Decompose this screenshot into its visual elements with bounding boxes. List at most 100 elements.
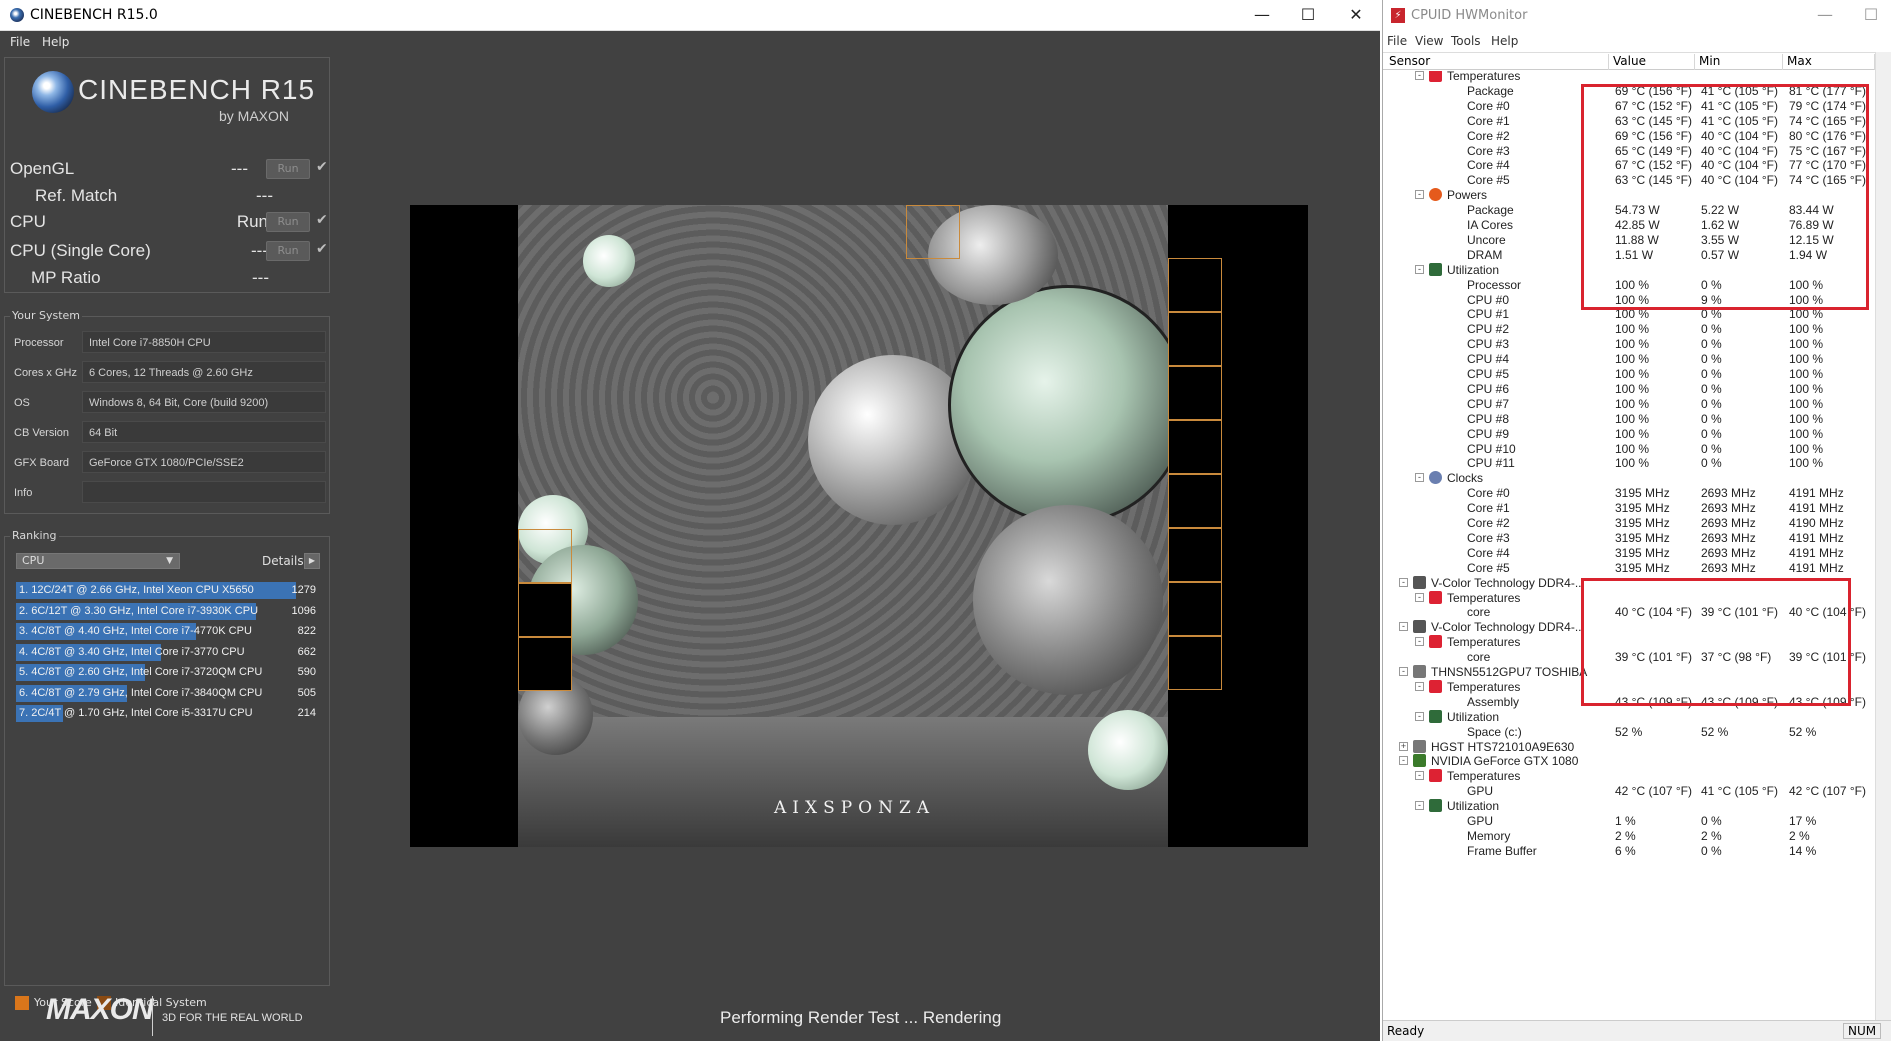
collapse-icon[interactable]: -	[1415, 771, 1424, 781]
sensor-value: 42 °C (107 °F)	[1615, 784, 1692, 799]
temp-icon	[1429, 635, 1442, 649]
sensor-min: 0 %	[1701, 381, 1722, 396]
sensor-min: 41 °C (105 °F)	[1701, 784, 1778, 799]
sensor-row[interactable]: Frame Buffer 6 % 0 % 14 %	[1383, 842, 1891, 860]
sensor-max: 4191 MHz	[1789, 486, 1844, 501]
sensor-name: Memory	[1467, 828, 1511, 843]
sensor-max: 4191 MHz	[1789, 501, 1844, 516]
cinebench-window: CINEBENCH R15.0 — ☐ ✕ File Help CINEBENC…	[0, 0, 1380, 1041]
sensor-max: 100 %	[1789, 337, 1824, 352]
run-opengl-button[interactable]: Run	[266, 159, 310, 179]
expand-icon[interactable]: +	[1399, 741, 1408, 751]
close-icon[interactable]: ✕	[1334, 2, 1378, 28]
sensor-max: 4191 MHz	[1789, 560, 1844, 575]
sensor-name: CPU #11	[1467, 456, 1515, 471]
sensor-max: 100 %	[1789, 381, 1824, 396]
column-max[interactable]: Max	[1783, 54, 1875, 70]
sensor-name: Core #0	[1467, 98, 1510, 113]
ranking-row[interactable]: 4. 4C/8T @ 3.40 GHz, Intel Core i7-3770 …	[16, 643, 320, 661]
collapse-icon[interactable]: -	[1415, 264, 1424, 274]
sensor-min: 2693 MHz	[1701, 516, 1756, 530]
sensor-min: 0 %	[1701, 337, 1722, 352]
sensor-value: 52 %	[1615, 724, 1643, 739]
scrollbar[interactable]	[1875, 52, 1891, 1020]
menu-tools[interactable]: Tools	[1451, 34, 1481, 48]
window-title: CINEBENCH R15.0	[30, 7, 158, 23]
collapse-icon[interactable]: -	[1415, 71, 1424, 80]
collapse-icon[interactable]: -	[1399, 756, 1408, 766]
status-bar: Ready NUM	[1383, 1020, 1891, 1041]
sensor-name: Core #5	[1467, 173, 1510, 188]
check-icon[interactable]: ✔	[316, 212, 328, 228]
sensor-min: 0 %	[1701, 367, 1722, 381]
run-cpu-single-button[interactable]: Run	[266, 241, 310, 261]
ranking-select[interactable]: CPU ▼	[16, 553, 180, 569]
ranking-score: 822	[297, 625, 316, 637]
collapse-icon[interactable]: -	[1415, 637, 1424, 647]
sensor-name: GPU	[1467, 784, 1494, 799]
sensor-name: Uncore	[1467, 232, 1506, 247]
render-sphere	[948, 285, 1188, 525]
system-value: 6 Cores, 12 Threads @ 2.60 GHz	[82, 361, 326, 383]
sensor-value: 100 %	[1615, 456, 1650, 471]
check-icon[interactable]: ✔	[316, 241, 328, 257]
ranking-row[interactable]: 3. 4C/8T @ 4.40 GHz, Intel Core i7-4770K…	[16, 623, 320, 640]
menu-view[interactable]: View	[1415, 34, 1443, 48]
ranking-score: 1279	[291, 584, 316, 596]
collapse-icon[interactable]: -	[1399, 622, 1408, 632]
ranking-row[interactable]: 7. 2C/4T @ 1.70 GHz, Intel Core i5-3317U…	[16, 705, 320, 722]
minimize-icon[interactable]: —	[1803, 2, 1847, 28]
status-ready: Ready	[1387, 1024, 1425, 1038]
sensor-max: 52 %	[1789, 724, 1817, 739]
menu-help[interactable]: Help	[1491, 34, 1518, 48]
ranking-label: 4. 4C/8T @ 3.40 GHz, Intel Core i7-3770 …	[19, 645, 245, 658]
ranking-row[interactable]: 6. 4C/8T @ 2.79 GHz, Intel Core i7-3840Q…	[16, 684, 320, 702]
bench-value[interactable]: Run	[208, 212, 268, 232]
check-icon[interactable]: ✔	[316, 159, 328, 175]
info-field[interactable]	[82, 481, 326, 503]
sensor-name: Frame Buffer	[1467, 843, 1537, 858]
logo-by: by MAXON	[219, 108, 290, 124]
ranking-select-value: CPU	[22, 554, 45, 567]
sensor-name: CPU #3	[1467, 337, 1510, 352]
render-bucket	[518, 529, 572, 583]
collapse-icon[interactable]: -	[1399, 577, 1408, 587]
maximize-icon[interactable]: ☐	[1849, 2, 1891, 28]
collapse-icon[interactable]: -	[1415, 711, 1424, 721]
collapse-icon[interactable]: -	[1415, 473, 1424, 483]
bench-label: CPU (Single Core)	[10, 241, 151, 260]
collapse-icon[interactable]: -	[1415, 681, 1424, 691]
ranking-label: 2. 6C/12T @ 3.30 GHz, Intel Core i7-3930…	[19, 604, 259, 617]
system-key: CB Version	[14, 427, 70, 439]
ram-icon	[1413, 575, 1426, 589]
menu-help[interactable]: Help	[42, 35, 69, 49]
maximize-icon[interactable]: ☐	[1286, 2, 1330, 28]
ranking-row[interactable]: 5. 4C/8T @ 2.60 GHz, Intel Core i7-3720Q…	[16, 664, 320, 681]
menu-file[interactable]: File	[10, 35, 30, 49]
menu-file[interactable]: File	[1387, 34, 1407, 48]
sensor-name: Temperatures	[1447, 769, 1521, 784]
bench-ref-match: Ref. Match ---	[35, 184, 320, 208]
column-min[interactable]: Min	[1695, 54, 1783, 70]
sensor-max: 100 %	[1789, 411, 1824, 426]
ranking-label: 6. 4C/8T @ 2.79 GHz, Intel Core i7-3840Q…	[19, 686, 263, 699]
collapse-icon[interactable]: -	[1415, 190, 1424, 200]
column-sensor[interactable]: Sensor	[1385, 54, 1609, 70]
collapse-icon[interactable]: -	[1415, 592, 1424, 602]
ranking-row[interactable]: 1. 12C/24T @ 2.66 GHz, Intel Xeon CPU X5…	[16, 582, 320, 599]
ranking-label: 7. 2C/4T @ 1.70 GHz, Intel Core i5-3317U…	[19, 707, 253, 719]
collapse-icon[interactable]: -	[1399, 667, 1408, 676]
system-key: Processor	[14, 337, 64, 349]
collapse-icon[interactable]: -	[1415, 801, 1424, 811]
sensor-min: 52 %	[1701, 724, 1729, 739]
sensor-name: CPU #5	[1467, 367, 1510, 381]
run-cpu-button[interactable]: Run	[266, 212, 310, 232]
sensor-name: THNSN5512GPU7 TOSHIBA	[1431, 665, 1588, 679]
column-value[interactable]: Value	[1609, 54, 1695, 70]
sensor-min: 0 %	[1701, 814, 1722, 828]
sensor-value: 1 %	[1615, 814, 1636, 828]
ranking-row[interactable]: 2. 6C/12T @ 3.30 GHz, Intel Core i7-3930…	[16, 602, 320, 620]
minimize-icon[interactable]: —	[1240, 2, 1284, 28]
highlight-box	[1581, 84, 1869, 310]
details-button[interactable]: ▶	[304, 553, 320, 569]
